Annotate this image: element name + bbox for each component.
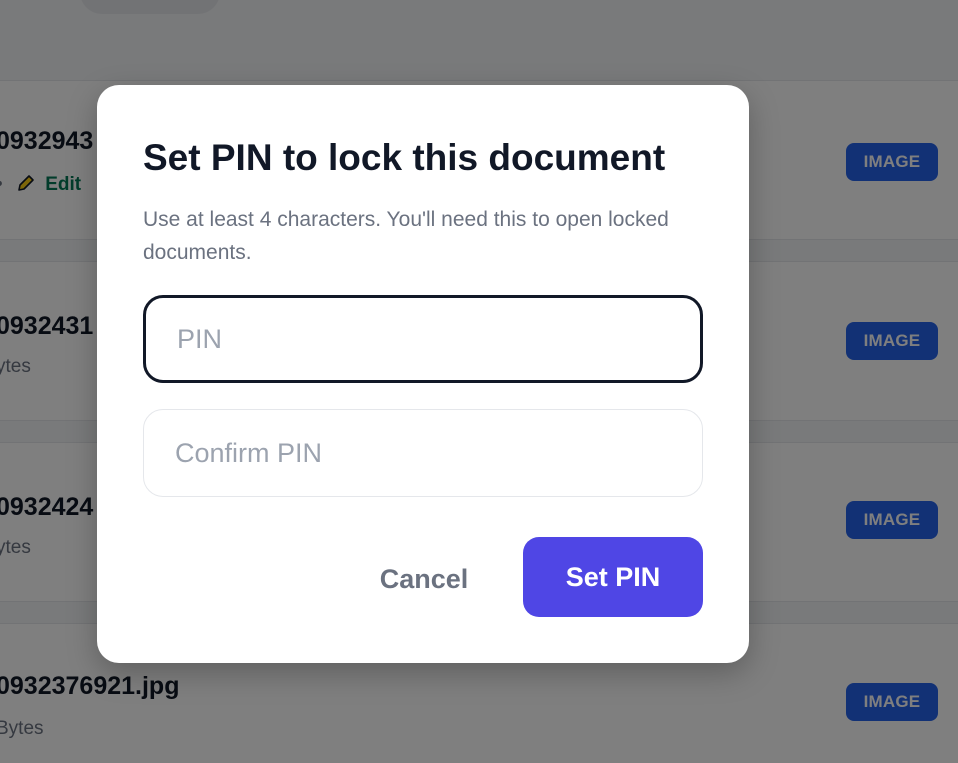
pin-input[interactable] <box>143 295 703 383</box>
dialog-title: Set PIN to lock this document <box>143 137 666 178</box>
dialog-description: Use at least 4 characters. You'll need t… <box>143 208 669 264</box>
page: 0932943 • Edit IMAGE 0932431 ytes IMAGE … <box>0 0 958 763</box>
cancel-button[interactable]: Cancel <box>361 539 487 619</box>
set-pin-button[interactable]: Set PIN <box>523 537 703 617</box>
confirm-pin-input[interactable] <box>143 409 703 497</box>
set-pin-dialog: Set PIN to lock this document Use at lea… <box>97 85 749 663</box>
